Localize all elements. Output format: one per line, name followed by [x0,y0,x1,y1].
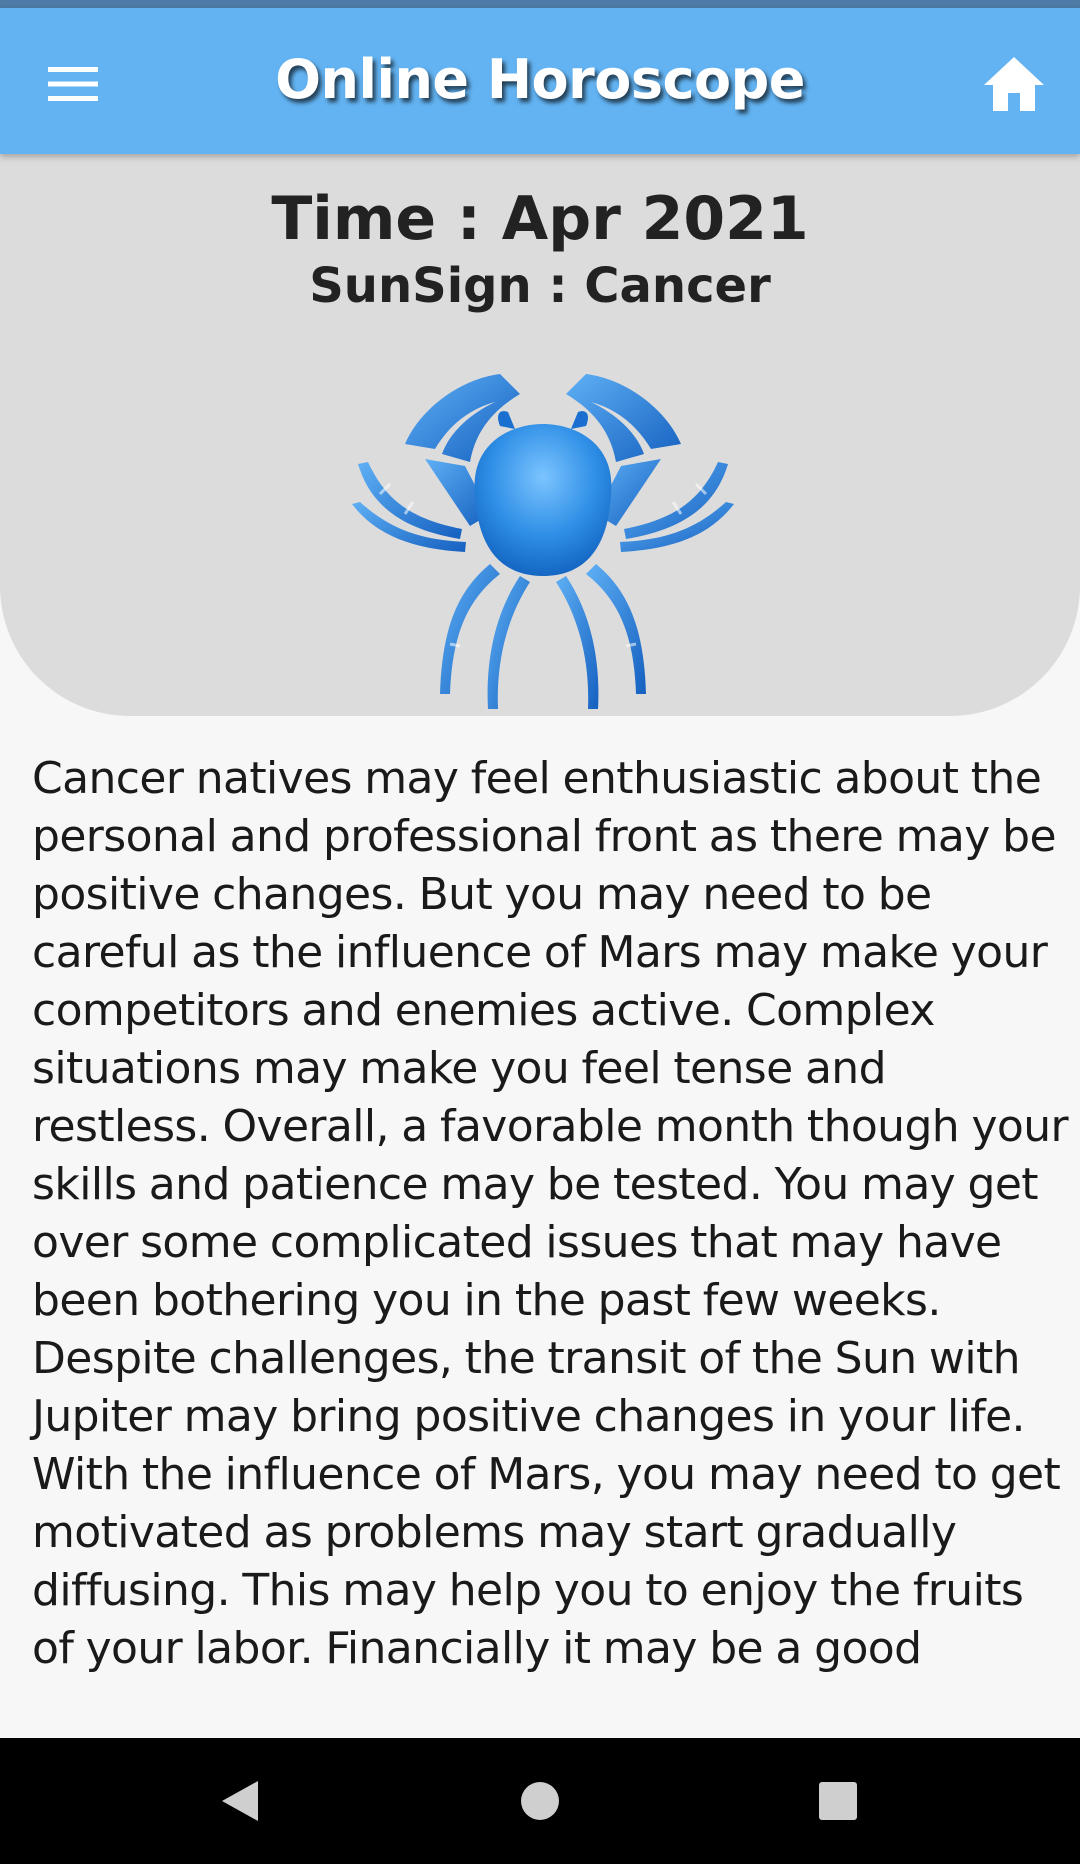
sunsign-heading: SunSign : Cancer [309,258,771,314]
cancer-crab-icon [352,374,734,709]
horoscope-description: Cancer natives may feel enthusiastic abo… [32,753,1069,1674]
app-bar: Online Horoscope [0,8,1080,154]
home-circle-icon [521,1782,559,1820]
app-title: Online Horoscope [275,48,805,111]
status-bar-strip [0,0,1080,8]
system-navigation-bar [0,1738,1080,1864]
home-icon [984,57,1044,111]
horoscope-header-card: Time : Apr 2021 SunSign : Cancer [0,154,1080,716]
home-button[interactable] [976,46,1052,122]
hamburger-menu-icon [48,67,98,101]
nav-back-button[interactable] [200,1766,280,1836]
back-triangle-icon [222,1781,258,1821]
time-period-heading: Time : Apr 2021 [271,184,809,254]
menu-button[interactable] [38,56,108,112]
recents-square-icon [819,1782,857,1820]
nav-recents-button[interactable] [798,1766,878,1836]
nav-home-button[interactable] [500,1766,580,1836]
